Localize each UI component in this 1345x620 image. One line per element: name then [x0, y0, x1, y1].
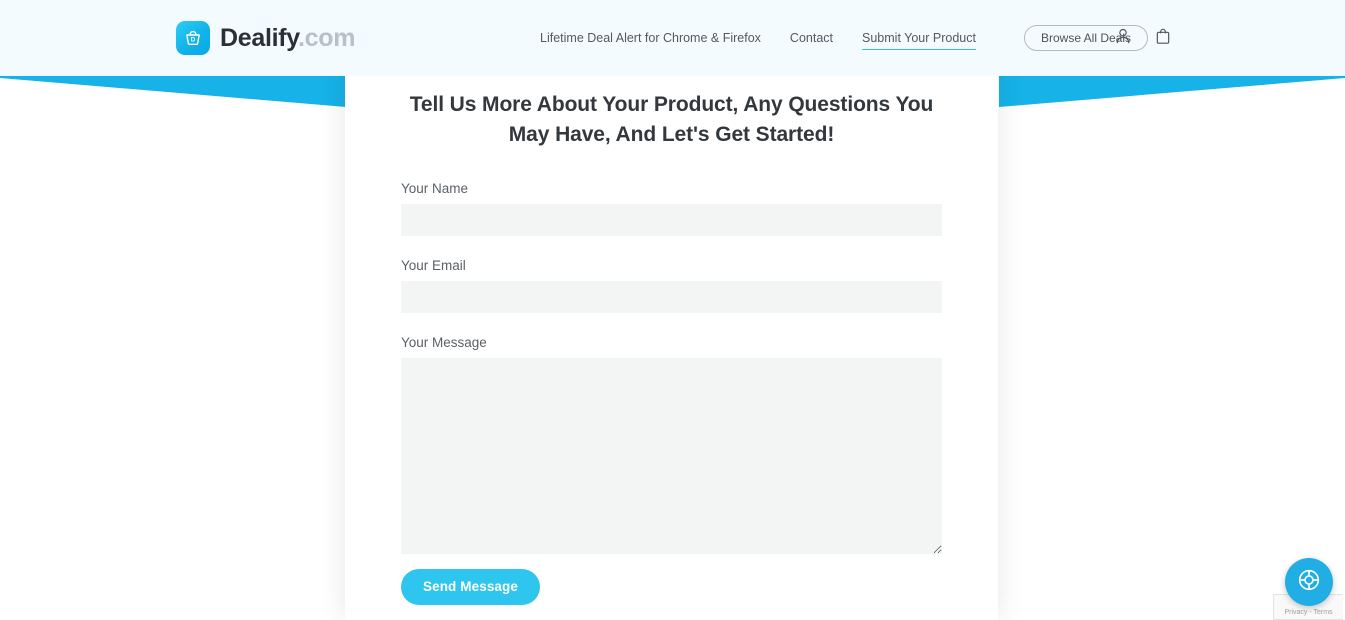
your-message-label: Your Message	[401, 334, 487, 350]
cart-icon[interactable]	[1153, 26, 1173, 51]
header-icon-group	[1113, 0, 1173, 76]
field-your-name: Your Name	[401, 181, 942, 236]
your-message-textarea[interactable]	[401, 357, 942, 554]
your-email-input[interactable]	[401, 280, 942, 313]
nav-link-submit-your-product[interactable]: Submit Your Product	[862, 27, 976, 50]
nav-link-lifetime-deal-alert[interactable]: Lifetime Deal Alert for Chrome & Firefox	[540, 27, 761, 49]
your-name-label: Your Name	[401, 180, 469, 196]
account-icon[interactable]	[1113, 26, 1133, 51]
logo[interactable]: D Dealify.com	[176, 21, 355, 55]
recaptcha-badge-text: Privacy - Terms	[1284, 609, 1333, 616]
support-widget-button[interactable]	[1285, 558, 1333, 606]
field-your-email: Your Email	[401, 258, 942, 313]
your-name-input[interactable]	[401, 203, 942, 236]
logo-brand: Dealify	[220, 23, 299, 52]
contact-form: Your Name Your Email Your Message Send M…	[401, 181, 942, 605]
page-root: Tell Us More About Your Product, Any Que…	[0, 0, 1345, 620]
logo-text: Dealify.com	[220, 23, 356, 52]
nav-link-contact[interactable]: Contact	[790, 27, 833, 49]
field-your-message: Your Message	[401, 335, 942, 554]
send-message-button[interactable]: Send Message	[401, 568, 540, 605]
content-card-inner: Tell Us More About Your Product, Any Que…	[401, 0, 942, 605]
main-nav: Lifetime Deal Alert for Chrome & Firefox…	[540, 0, 1149, 76]
shopping-basket-icon: D	[176, 21, 210, 55]
your-email-label: Your Email	[401, 257, 466, 273]
lifebuoy-icon	[1296, 567, 1322, 598]
site-header: D Dealify.com Lifetime Deal Alert for Ch…	[0, 0, 1345, 76]
logo-suffix: .com	[298, 23, 356, 52]
svg-text:D: D	[191, 37, 196, 44]
content-card: Tell Us More About Your Product, Any Que…	[345, 0, 998, 620]
